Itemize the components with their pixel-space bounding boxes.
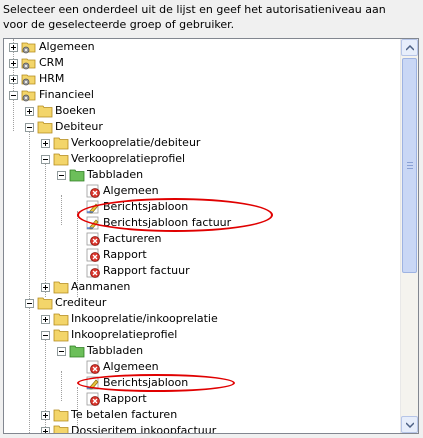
tree-node-label: Te betalen facturen [71, 408, 178, 421]
authorization-tree[interactable]: Algemeen CRM HRM Financieel Boeken Debit… [4, 39, 400, 433]
folder-icon [37, 297, 53, 310]
tree-node-inkooprelatie[interactable]: Inkooprelatie/inkooprelatie [4, 311, 400, 327]
vertical-scrollbar[interactable] [400, 39, 418, 433]
folder-gear-icon [21, 74, 36, 86]
tree-node-aanmanen[interactable]: Aanmanen [4, 279, 400, 295]
tree-node-tab-rapport[interactable]: Rapport [4, 391, 400, 407]
tree-node-label: Debiteur [55, 120, 103, 133]
thumb-grip [407, 162, 413, 163]
scroll-down-button[interactable] [401, 416, 418, 433]
no-access-icon [86, 360, 100, 374]
tree-node-label: HRM [39, 72, 65, 85]
tree-node-te-betalen-facturen[interactable]: Te betalen facturen [4, 407, 400, 423]
folder-icon [37, 105, 53, 118]
tree-node-inkooprelatieprofiel[interactable]: Inkooprelatieprofiel [4, 327, 400, 343]
tree-node-boeken[interactable]: Boeken [4, 103, 400, 119]
folder-icon [37, 121, 53, 134]
tree-node-label: Dossieritem inkoopfactuur [71, 424, 217, 434]
tree-node-crm[interactable]: CRM [4, 55, 400, 71]
tree-node-label: Algemeen [103, 184, 159, 197]
folder-gear-icon [21, 90, 36, 102]
folder-icon [53, 313, 69, 326]
no-access-icon [86, 248, 100, 262]
tree-node-tabbladen[interactable]: Tabbladen [4, 167, 400, 183]
collapse-icon[interactable] [25, 299, 34, 308]
expand-icon[interactable] [41, 283, 50, 292]
tree-node-label: Rapport [103, 392, 147, 405]
expand-icon[interactable] [25, 107, 34, 116]
tree-node-label: CRM [39, 56, 64, 69]
tree-node-tab-factureren[interactable]: Factureren [4, 231, 400, 247]
tree-node-tab-rapport-factuur[interactable]: Rapport factuur [4, 263, 400, 279]
tree-node-tabbladen[interactable]: Tabbladen [4, 343, 400, 359]
folder-gear-icon [21, 58, 36, 70]
tree-node-label: Tabbladen [87, 344, 144, 357]
tree-node-label: Inkooprelatie/inkooprelatie [71, 312, 218, 325]
tree-node-dossieritem-inkoopfactuur[interactable]: Dossieritem inkoopfactuur [4, 423, 400, 434]
tree-node-label: Rapport factuur [103, 264, 190, 277]
highlight-ellipse [77, 374, 235, 392]
tree-node-crediteur[interactable]: Crediteur [4, 295, 400, 311]
expand-icon[interactable] [9, 59, 18, 68]
tree-node-label: Tabbladen [87, 168, 144, 181]
tree-node-verkooprelatieprofiel[interactable]: Verkooprelatieprofiel [4, 151, 400, 167]
no-access-icon [86, 392, 100, 406]
tree-node-label: Algemeen [103, 360, 159, 373]
thumb-grip [407, 168, 413, 169]
no-access-icon [86, 232, 100, 246]
tree-node-label: Aanmanen [71, 280, 131, 293]
tree-node-tab-algemeen[interactable]: Algemeen [4, 183, 400, 199]
expand-icon[interactable] [41, 427, 50, 433]
tree-node-debiteur[interactable]: Debiteur [4, 119, 400, 135]
thumb-grip [407, 165, 413, 166]
chevron-up-icon [406, 45, 414, 51]
collapse-icon[interactable] [41, 155, 50, 164]
authorization-tree-panel[interactable]: Algemeen CRM HRM Financieel Boeken Debit… [3, 38, 419, 434]
tree-node-algemeen[interactable]: Algemeen [4, 39, 400, 55]
expand-icon[interactable] [41, 411, 50, 420]
highlight-ellipse [77, 198, 273, 232]
tree-node-label: Financieel [39, 88, 94, 101]
scroll-up-button[interactable] [401, 39, 418, 56]
tree-node-label: Rapport [103, 248, 147, 261]
folder-icon [53, 409, 69, 422]
green-folder-icon [69, 169, 85, 182]
expand-icon[interactable] [9, 75, 18, 84]
scroll-thumb[interactable] [402, 58, 417, 273]
folder-gear-icon [21, 42, 36, 54]
folder-icon [53, 137, 69, 150]
folder-icon [53, 281, 69, 294]
tree-node-label: Verkooprelatieprofiel [71, 152, 186, 165]
tree-node-label: Inkooprelatieprofiel [71, 328, 178, 341]
collapse-icon[interactable] [41, 331, 50, 340]
expand-icon[interactable] [41, 139, 50, 148]
tree-node-tab-algemeen[interactable]: Algemeen [4, 359, 400, 375]
tree-node-hrm[interactable]: HRM [4, 71, 400, 87]
expand-icon[interactable] [41, 315, 50, 324]
no-access-icon [86, 264, 100, 278]
folder-icon [53, 329, 69, 342]
green-folder-icon [69, 345, 85, 358]
tree-node-verkooprelatie-debiteur[interactable]: Verkooprelatie/debiteur [4, 135, 400, 151]
collapse-icon[interactable] [25, 123, 34, 132]
chevron-down-icon [406, 422, 414, 428]
tree-node-financieel[interactable]: Financieel [4, 87, 400, 103]
instruction-text: Selecteer een onderdeel uit de lijst en … [3, 3, 386, 31]
collapse-icon[interactable] [57, 347, 66, 356]
no-access-icon [86, 184, 100, 198]
tree-node-tab-rapport[interactable]: Rapport [4, 247, 400, 263]
tree-node-label: Algemeen [39, 40, 95, 53]
tree-node-label: Crediteur [55, 296, 107, 309]
tree-node-label: Verkooprelatie/debiteur [71, 136, 201, 149]
tree-node-label: Factureren [103, 232, 162, 245]
folder-icon [53, 153, 69, 166]
collapse-icon[interactable] [57, 171, 66, 180]
tree-node-label: Boeken [55, 104, 96, 117]
folder-icon [53, 425, 69, 433]
expand-icon[interactable] [9, 43, 18, 52]
collapse-icon[interactable] [9, 91, 18, 100]
